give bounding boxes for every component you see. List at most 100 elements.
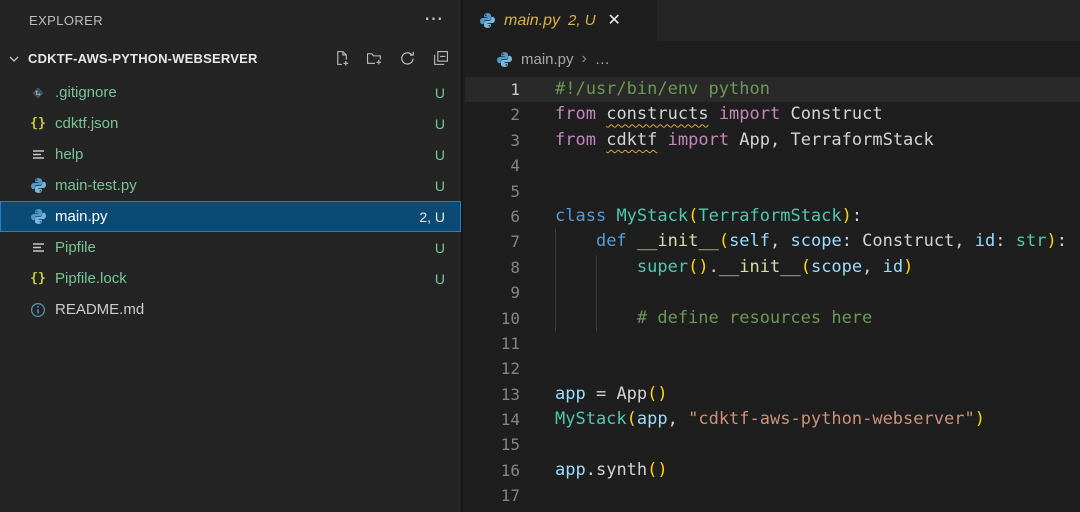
code-line-11[interactable]: 11 <box>465 331 1080 356</box>
line-number[interactable]: 14 <box>465 407 520 432</box>
refresh-icon[interactable] <box>398 50 416 68</box>
token: ( <box>627 409 637 429</box>
python-icon <box>29 177 47 195</box>
code-line-2[interactable]: 2from constructs import Construct <box>465 102 1080 127</box>
code-line-10[interactable]: 10 # define resources here <box>465 306 1080 331</box>
line-number[interactable]: 16 <box>465 458 520 483</box>
code-line-12[interactable]: 12 <box>465 356 1080 381</box>
indent-guide <box>555 229 556 254</box>
code-line-1[interactable]: 1#!/usr/bin/env python <box>465 77 1080 102</box>
line-number[interactable]: 5 <box>465 179 520 204</box>
token: __init__ <box>719 257 801 277</box>
token: # define resources here <box>555 308 872 328</box>
folder-section-header[interactable]: CDKTF-AWS-PYTHON-WEBSERVER <box>0 40 461 77</box>
token: ) <box>842 206 852 226</box>
token: scope <box>791 231 842 251</box>
sidebar-item-cdktf-json[interactable]: {}cdktf.jsonU <box>0 108 461 139</box>
json-icon: {} <box>29 270 47 288</box>
list-icon <box>29 146 47 164</box>
file-name: Pipfile <box>55 239 96 256</box>
file-name: main-test.py <box>55 177 137 194</box>
token: def <box>596 231 627 251</box>
code-line-9[interactable]: 9 <box>465 280 1080 305</box>
token: : <box>852 206 862 226</box>
code-line-16[interactable]: 16app.synth() <box>465 458 1080 483</box>
sidebar-item-help[interactable]: help U <box>0 139 461 170</box>
sidebar-item--gitignore[interactable]: .gitignoreU <box>0 77 461 108</box>
code-line-13[interactable]: 13 app = App() <box>465 382 1080 407</box>
line-number[interactable]: 3 <box>465 128 520 153</box>
code-line-4[interactable]: 4 <box>465 153 1080 178</box>
token: () <box>647 460 667 480</box>
git-icon <box>29 84 47 102</box>
token: TerraformStack <box>698 206 841 226</box>
line-number[interactable]: 11 <box>465 331 520 356</box>
code-editor[interactable]: 1#!/usr/bin/env python2from constructs i… <box>465 77 1080 512</box>
code-line-5[interactable]: 5 <box>465 179 1080 204</box>
new-folder-icon[interactable] <box>365 50 383 68</box>
python-icon <box>479 12 496 29</box>
breadcrumb-file[interactable]: main.py <box>521 51 574 68</box>
line-number[interactable]: 12 <box>465 356 520 381</box>
line-number[interactable]: 2 <box>465 102 520 127</box>
indent-guide <box>555 255 556 280</box>
token: str <box>1016 231 1047 251</box>
code-line-14[interactable]: 14MyStack(app, "cdktf-aws-python-webserv… <box>465 407 1080 432</box>
git-status-badge: U <box>435 85 445 101</box>
code-text: app = App() <box>555 382 668 407</box>
tab-main-py[interactable]: main.py 2, U ✕ <box>465 0 657 41</box>
line-number[interactable]: 10 <box>465 306 520 331</box>
indent-guide <box>555 280 556 305</box>
token <box>627 231 637 251</box>
token <box>596 104 606 124</box>
code-line-6[interactable]: 6class MyStack(TerraformStack): <box>465 204 1080 229</box>
token: id <box>975 231 995 251</box>
token: app <box>637 409 668 429</box>
sidebar-item-readme-md[interactable]: README.md <box>0 294 461 325</box>
sidebar-item-main-test-py[interactable]: main-test.pyU <box>0 170 461 201</box>
file-list: .gitignoreU{}cdktf.jsonU help U main-test.… <box>0 77 461 325</box>
indent-guide <box>596 280 597 305</box>
token: Construct <box>780 104 882 124</box>
code-text: # define resources here <box>555 306 872 331</box>
git-status-badge: U <box>435 147 445 163</box>
line-number[interactable]: 17 <box>465 483 520 508</box>
line-number[interactable]: 6 <box>465 204 520 229</box>
token: : <box>995 231 1015 251</box>
token: , <box>668 409 688 429</box>
code-text: super().__init__(scope, id) <box>555 255 913 280</box>
new-file-icon[interactable] <box>332 50 350 68</box>
token: . <box>586 460 596 480</box>
line-number[interactable]: 4 <box>465 153 520 178</box>
line-number[interactable]: 9 <box>465 280 520 305</box>
token: ( <box>688 206 698 226</box>
line-number[interactable]: 7 <box>465 229 520 254</box>
token <box>596 130 606 150</box>
token <box>555 231 596 251</box>
token: self <box>729 231 770 251</box>
collapse-all-icon[interactable] <box>431 50 449 68</box>
token: () <box>688 257 708 277</box>
breadcrumb-symbols[interactable]: … <box>595 51 610 68</box>
line-number[interactable]: 1 <box>465 77 520 102</box>
more-actions-icon[interactable]: ⋯ <box>424 15 445 25</box>
token: , <box>770 231 790 251</box>
sidebar-item-pipfile-lock[interactable]: {}Pipfile.lockU <box>0 263 461 294</box>
code-line-17[interactable]: 17 <box>465 483 1080 508</box>
token: import <box>719 104 780 124</box>
code-line-3[interactable]: 3from cdktf import App, TerraformStack <box>465 128 1080 153</box>
code-line-8[interactable]: 8 super().__init__(scope, id) <box>465 255 1080 280</box>
line-number[interactable]: 15 <box>465 432 520 457</box>
sidebar-item-pipfile[interactable]: PipfileU <box>0 232 461 263</box>
line-number[interactable]: 13 <box>465 382 520 407</box>
file-name: main.py <box>55 208 108 225</box>
token: app <box>555 460 586 480</box>
token: ) <box>975 409 985 429</box>
code-line-7[interactable]: 7 def __init__(self, scope: Construct, i… <box>465 229 1080 254</box>
file-name: help <box>55 146 83 163</box>
line-number[interactable]: 8 <box>465 255 520 280</box>
token: super <box>637 257 688 277</box>
code-line-15[interactable]: 15 <box>465 432 1080 457</box>
close-icon[interactable]: ✕ <box>608 13 621 29</box>
sidebar-item-main-py[interactable]: main.py2, U <box>0 201 461 232</box>
